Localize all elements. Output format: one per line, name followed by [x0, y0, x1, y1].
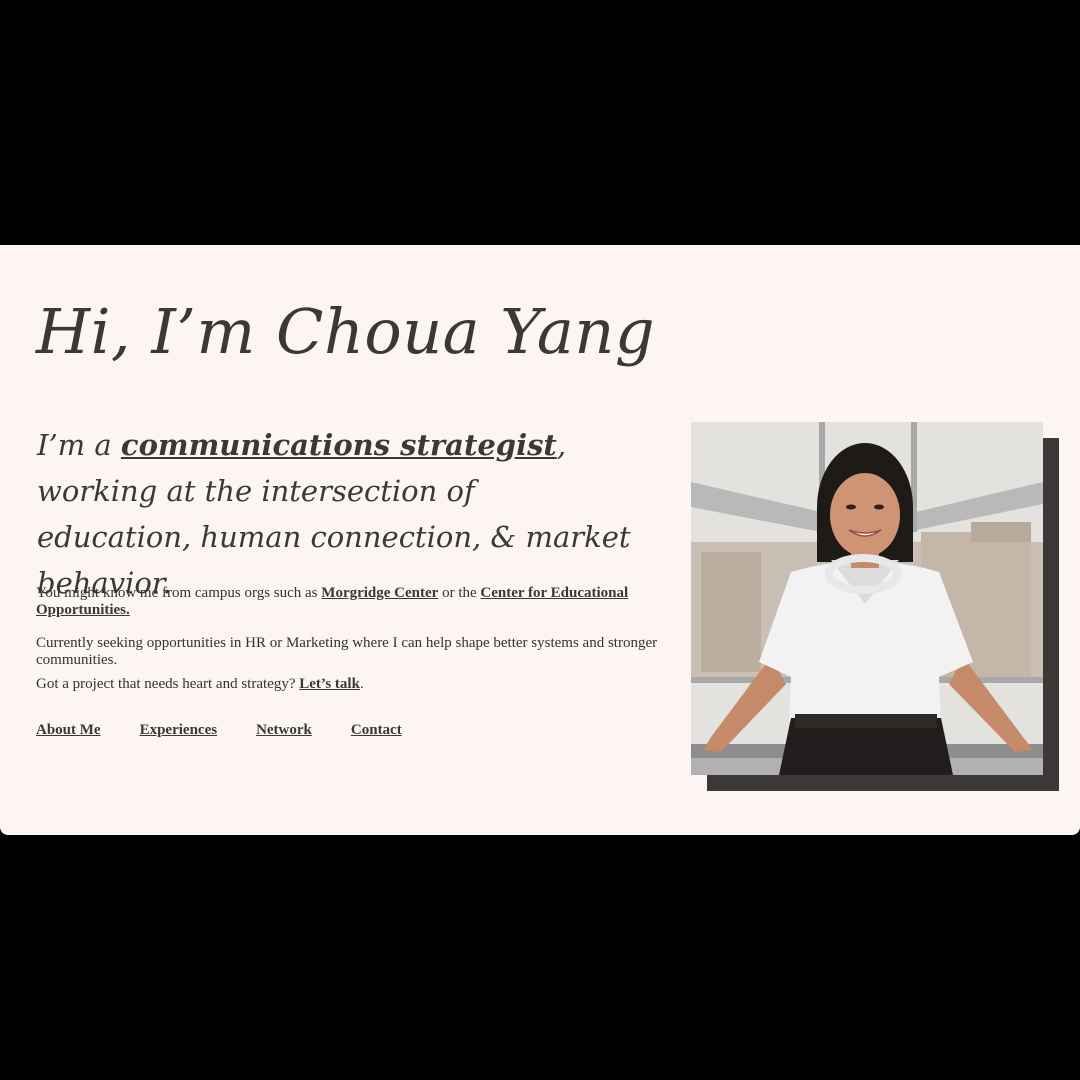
tagline: I’m a communications strategist, working… — [37, 422, 637, 606]
bio-cta-suffix: . — [359, 676, 364, 692]
bio-campus-orgs-middle: or the — [438, 585, 481, 601]
profile-photo — [691, 422, 1043, 775]
bio-campus-orgs: You might know me from campus orgs such … — [36, 585, 676, 619]
bio-cta-prefix: Got a project that needs heart and strat… — [36, 676, 300, 692]
tagline-prefix: I’m a — [37, 428, 121, 462]
bio-campus-orgs-prefix: You might know me from campus orgs such … — [36, 585, 322, 601]
communications-strategist-link[interactable]: communications strategist — [121, 428, 557, 462]
nav-contact[interactable]: Contact — [351, 722, 402, 739]
bio-seeking: Currently seeking opportunities in HR or… — [36, 635, 658, 668]
section-nav: About Me Experiences Network Contact — [36, 722, 402, 739]
morgridge-center-link[interactable]: Morgridge Center — [321, 585, 438, 601]
hero-card: Hi, I’m Choua Yang I’m a communications … — [0, 245, 1080, 835]
lets-talk-link[interactable]: Let’s talk — [299, 676, 360, 692]
nav-about-me[interactable]: About Me — [36, 722, 101, 739]
nav-experiences[interactable]: Experiences — [140, 722, 217, 739]
profile-photo-illustration — [691, 422, 1043, 775]
page-title: Hi, I’m Choua Yang — [36, 295, 656, 368]
bio-cta: Got a project that needs heart and strat… — [36, 676, 676, 693]
nav-network[interactable]: Network — [256, 722, 312, 739]
